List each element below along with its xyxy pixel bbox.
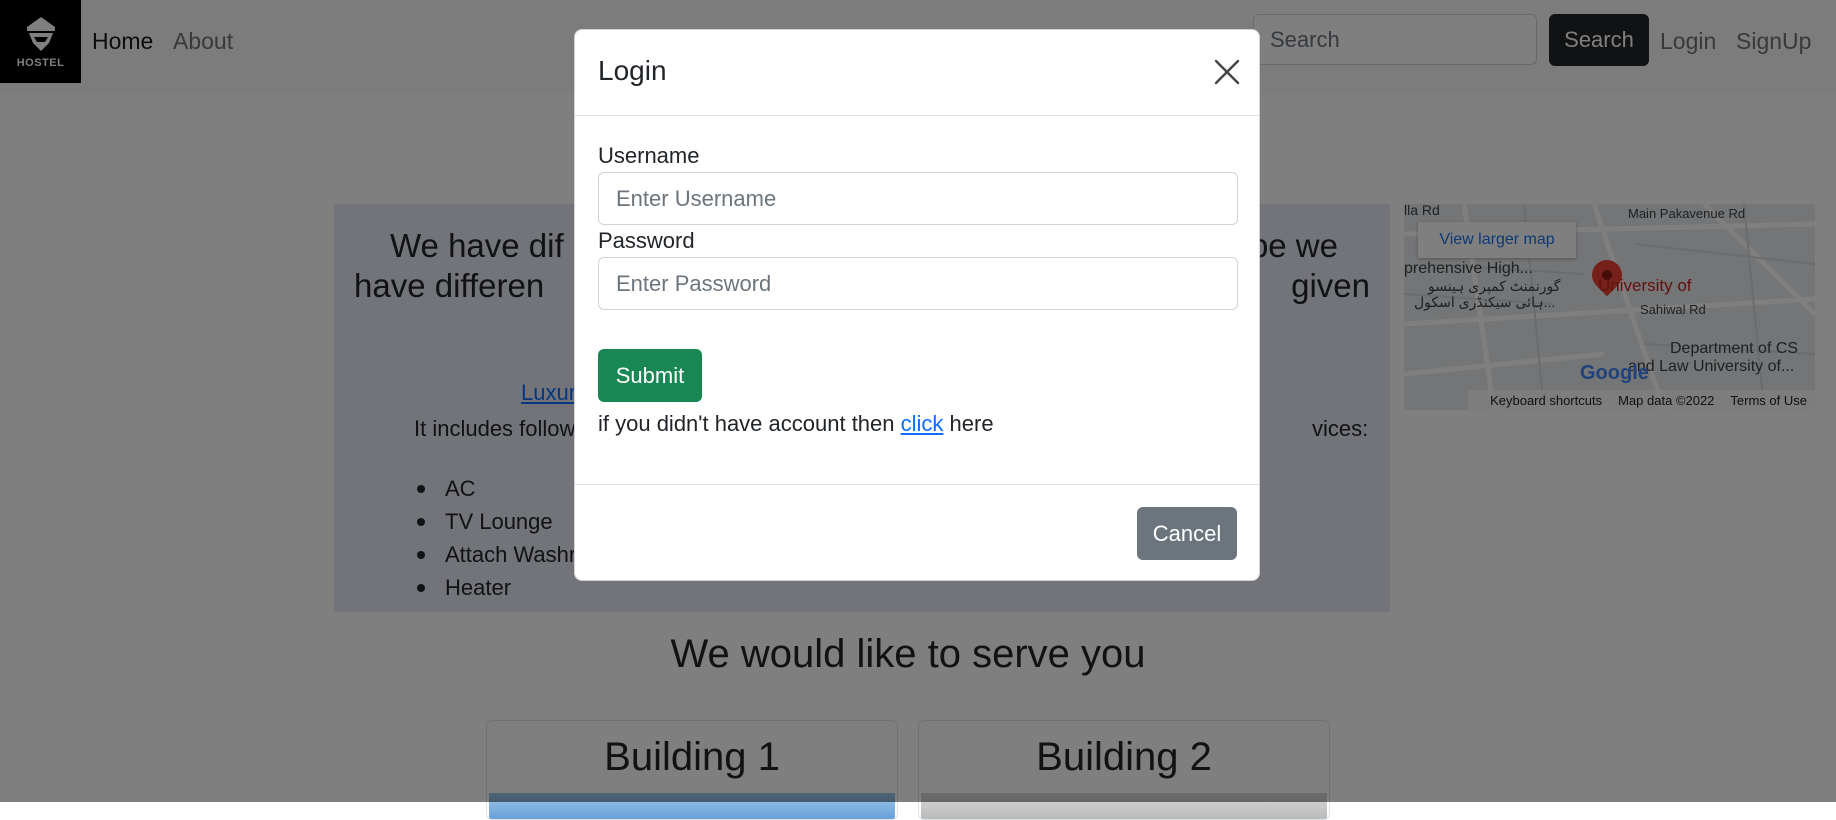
- close-button[interactable]: [1213, 58, 1241, 86]
- signup-click-link[interactable]: click: [901, 411, 944, 436]
- modal-footer: Cancel: [575, 484, 1259, 580]
- signup-prompt: if you didn't have account then click he…: [598, 411, 994, 437]
- modal-header: Login: [575, 30, 1259, 116]
- login-modal: Login Username Enter Username Password E…: [574, 29, 1260, 581]
- submit-button[interactable]: Submit: [598, 349, 702, 402]
- password-label: Password: [598, 228, 695, 253]
- close-icon: [1214, 59, 1240, 85]
- password-input[interactable]: Enter Password: [598, 257, 1238, 310]
- cancel-button[interactable]: Cancel: [1137, 507, 1237, 560]
- username-label: Username: [598, 143, 700, 168]
- signup-prefix: if you didn't have account then: [598, 411, 901, 436]
- modal-title: Login: [598, 55, 667, 86]
- username-input[interactable]: Enter Username: [598, 172, 1238, 225]
- signup-suffix: here: [943, 411, 994, 436]
